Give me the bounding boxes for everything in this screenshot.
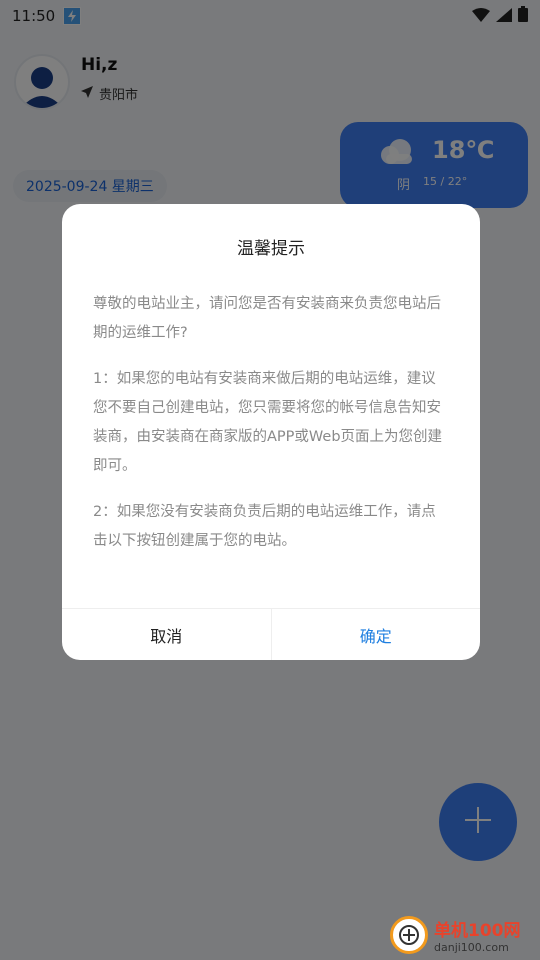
dialog-actions: 取消 确定 — [62, 608, 480, 660]
notice-dialog: 温馨提示 尊敬的电站业主，请问您是否有安装商来负责您电站后期的运维工作? 1：如… — [62, 204, 480, 660]
confirm-button[interactable]: 确定 — [272, 609, 481, 660]
watermark-url: danji100.com — [434, 941, 509, 954]
watermark-title: 单机100网 — [434, 921, 521, 941]
dialog-paragraph-option-2: 2：如果您没有安装商负责后期的电站运维工作，请点击以下按钮创建属于您的电站。 — [93, 504, 436, 549]
dialog-title: 温馨提示 — [237, 239, 305, 259]
dialog-paragraph-intro: 尊敬的电站业主，请问您是否有安装商来负责您电站后期的运维工作? — [93, 296, 441, 341]
dialog-paragraph-option-1: 1：如果您的电站有安装商来做后期的电站运维，建议您不要自己创建电站，您只需要将您… — [93, 371, 443, 474]
watermark: 单机100网 danji100.com — [390, 916, 521, 954]
watermark-logo-icon — [390, 916, 428, 954]
cancel-button[interactable]: 取消 — [62, 609, 272, 660]
dialog-body: 尊敬的电站业主，请问您是否有安装商来负责您电站后期的运维工作? 1：如果您的电站… — [93, 290, 449, 573]
